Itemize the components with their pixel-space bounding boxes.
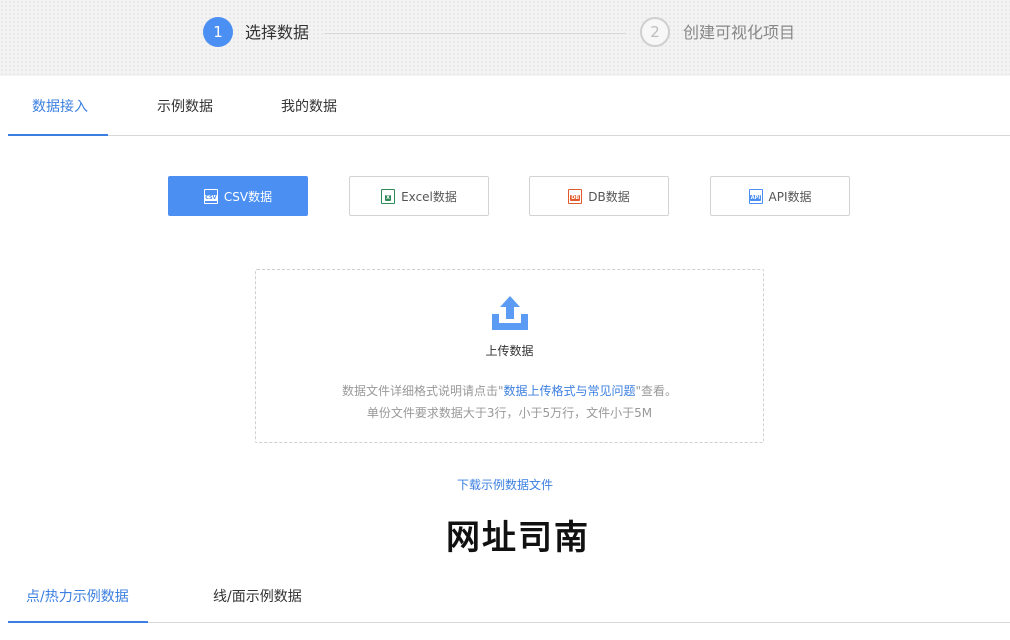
excel-data-label: Excel数据	[401, 189, 457, 204]
format-faq-link[interactable]: 数据上传格式与常见问题	[503, 384, 635, 398]
csv-file-icon: CSV	[203, 188, 218, 204]
tab-my-data[interactable]: 我的数据	[281, 98, 337, 116]
csv-data-label: CSV数据	[223, 189, 273, 204]
api-file-icon: API	[748, 188, 763, 204]
step-connector	[324, 33, 626, 34]
watermark-logo: 网址司南	[446, 518, 590, 558]
step-1-label: 选择数据	[245, 23, 310, 42]
tab-point-heat-samples[interactable]: 点/热力示例数据	[26, 588, 129, 606]
db-file-icon: DB	[568, 188, 583, 204]
tab-line-area-samples[interactable]: 线/面示例数据	[213, 588, 302, 606]
csv-data-button[interactable]: CSV CSV数据	[168, 176, 308, 216]
stepper: 1 选择数据 2 创建可视化项目	[0, 0, 1010, 76]
download-sample-link[interactable]: 下载示例数据文件	[0, 476, 1010, 493]
api-data-button[interactable]: API API数据	[710, 176, 850, 216]
sample-data-tabs: 点/热力示例数据 线/面示例数据	[8, 566, 1010, 623]
db-data-label: DB数据	[588, 189, 630, 204]
active-sample-tab-indicator	[8, 621, 148, 623]
data-source-tabs: 数据接入 示例数据 我的数据	[8, 76, 1010, 136]
format-help-text: 数据文件详细格式说明请点击"数据上传格式与常见问题"查看。	[341, 384, 678, 398]
upload-dropzone[interactable]: 上传数据 数据文件详细格式说明请点击"数据上传格式与常见问题"查看。 单份文件要…	[255, 269, 764, 443]
file-requirements-text: 单份文件要求数据大于3行，小于5万行，文件小于5M	[366, 406, 653, 420]
excel-data-button[interactable]: X Excel数据	[349, 176, 489, 216]
db-data-button[interactable]: DB DB数据	[529, 176, 669, 216]
step-1-indicator: 1	[203, 17, 233, 47]
tab-data-import[interactable]: 数据接入	[32, 98, 88, 116]
active-tab-indicator	[8, 134, 108, 136]
upload-icon[interactable]	[490, 294, 530, 332]
step-2-indicator: 2	[640, 17, 670, 47]
api-data-label: API数据	[768, 189, 812, 204]
upload-title: 上传数据	[485, 344, 534, 358]
excel-file-icon: X	[381, 188, 396, 204]
tab-sample-data[interactable]: 示例数据	[157, 98, 213, 116]
step-2-label: 创建可视化项目	[683, 23, 796, 42]
